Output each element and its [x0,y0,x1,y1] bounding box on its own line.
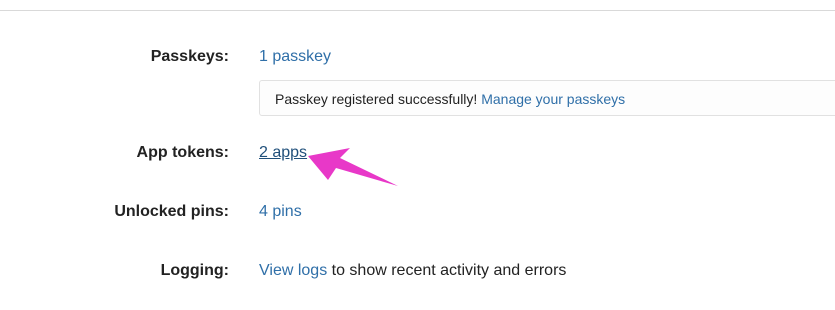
passkey-success-notice: Passkey registered successfully! Manage … [259,80,835,116]
passkeys-label: Passkeys: [150,48,229,65]
logging-suffix: to show recent activity and errors [327,262,567,279]
view-logs-link[interactable]: View logs [259,262,327,279]
app-tokens-link[interactable]: 2 apps [259,144,307,161]
manage-passkeys-link[interactable]: Manage your passkeys [481,91,625,107]
passkeys-link[interactable]: 1 passkey [259,48,331,65]
top-divider [0,10,835,11]
unlocked-pins-link[interactable]: 4 pins [259,203,302,220]
logging-value: View logs to show recent activity and er… [259,262,566,280]
app-tokens-label: App tokens: [136,144,229,161]
notice-text: Passkey registered successfully! [275,91,482,107]
logging-label: Logging: [160,262,229,279]
passkeys-value: 1 passkey [259,48,331,66]
pointer-arrow-icon [308,148,398,186]
unlocked-pins-label: Unlocked pins: [114,203,229,220]
unlocked-pins-value: 4 pins [259,203,302,221]
app-tokens-value: 2 apps [259,144,307,162]
